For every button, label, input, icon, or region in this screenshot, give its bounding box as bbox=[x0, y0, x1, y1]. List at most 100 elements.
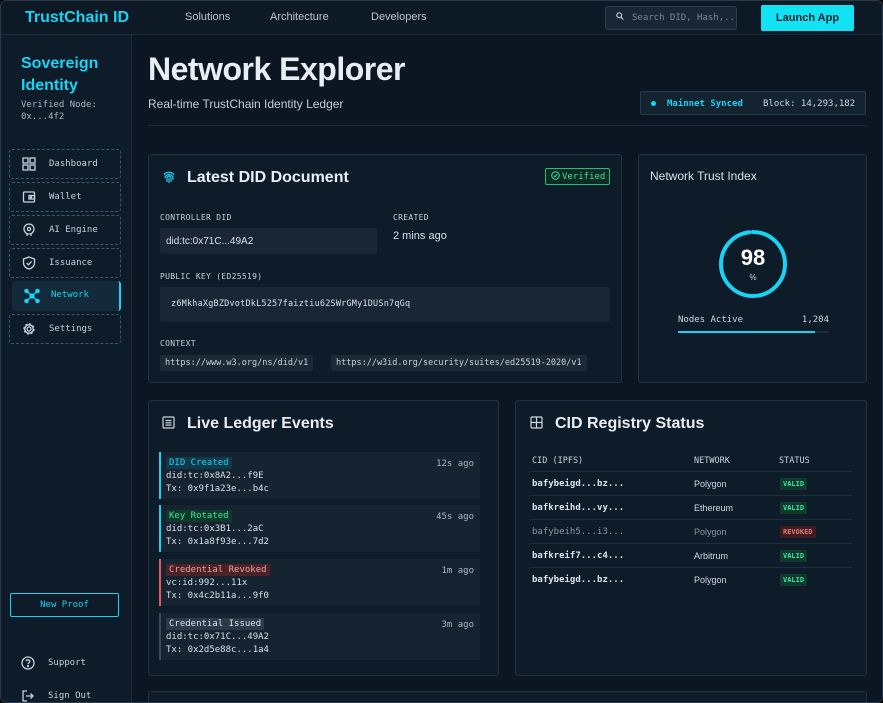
row-cid: bafkreif7...c4... bbox=[532, 551, 625, 561]
cid-registry-title: CID Registry Status bbox=[555, 415, 705, 432]
shield-icon bbox=[22, 256, 36, 270]
gear-icon bbox=[22, 322, 36, 336]
ledger-events-title: Live Ledger Events bbox=[187, 415, 334, 432]
column-header-cid: CID (IPFS) bbox=[532, 456, 584, 466]
table-row[interactable]: bafybeih5...i3... Polygon REVOKED bbox=[530, 519, 852, 543]
column-header-status: STATUS bbox=[779, 456, 810, 466]
page-subtitle: Real-time TrustChain Identity Ledger bbox=[148, 97, 344, 111]
nav-developers[interactable]: Developers bbox=[371, 11, 427, 23]
sidebar-item-label: AI Engine bbox=[49, 225, 98, 235]
event-time: 1m ago bbox=[441, 566, 474, 576]
event-subject: vc:id:992...11x bbox=[166, 578, 248, 588]
nodes-bar-fill bbox=[678, 331, 816, 333]
trust-index-card: Network Trust Index 98 % Nodes Active 1,… bbox=[638, 154, 867, 383]
sidebar-item-label: Issuance bbox=[49, 258, 93, 268]
verified-label: Verified bbox=[562, 172, 606, 182]
row-network: Polygon bbox=[694, 479, 727, 489]
event-tag: DID Created bbox=[166, 457, 232, 469]
sidebar-item-dashboard[interactable]: Dashboard bbox=[9, 149, 121, 179]
new-proof-button[interactable]: New Proof bbox=[10, 593, 119, 617]
nav-architecture[interactable]: Architecture bbox=[270, 11, 329, 23]
event-tag: Key Rotated bbox=[166, 510, 232, 522]
event-tx: Tx: 0x1a8f93e...7d2 bbox=[166, 537, 269, 547]
status-dot-icon bbox=[651, 101, 656, 106]
sidebar-item-settings[interactable]: Settings bbox=[9, 314, 121, 344]
app-window: TrustChain ID Solutions Architecture Dev… bbox=[0, 0, 883, 703]
table-row[interactable]: bafkreihd...vy... Ethereum VALID bbox=[530, 495, 852, 519]
launch-app-button[interactable]: Launch App bbox=[761, 5, 854, 31]
event-subject: did:tc:0x71C...49A2 bbox=[166, 632, 269, 642]
sign-out-label: Sign Out bbox=[48, 691, 92, 701]
event-time: 12s ago bbox=[436, 459, 474, 469]
column-header-network: NETWORK bbox=[694, 456, 730, 466]
event-time: 3m ago bbox=[441, 620, 474, 630]
sidebar-item-wallet[interactable]: Wallet bbox=[9, 182, 121, 212]
ledger-event[interactable]: Credential Revoked 1m ago vc:id:992...11… bbox=[159, 559, 480, 606]
sidebar-item-label: Settings bbox=[49, 324, 93, 334]
status-badge: VALID bbox=[780, 550, 808, 562]
network-icon bbox=[24, 288, 40, 304]
table-row[interactable]: bafybeigd...bz... Polygon VALID bbox=[530, 567, 852, 591]
sidebar-item-label: Wallet bbox=[49, 192, 82, 202]
controller-did-value: did:tc:0x71C...49A2 bbox=[160, 228, 377, 254]
sidebar: Sovereign Identity Verified Node: 0x...4… bbox=[1, 35, 132, 702]
brand-logo[interactable]: TrustChain ID bbox=[25, 9, 129, 27]
verified-node: Verified Node: 0x...4f2 bbox=[21, 99, 121, 123]
row-cid: bafybeih5...i3... bbox=[532, 527, 625, 537]
search-icon bbox=[616, 12, 624, 24]
context-chip: https://www.w3.org/ns/did/v1 bbox=[160, 355, 314, 371]
status-badge: REVOKED bbox=[780, 526, 816, 538]
sidebar-item-network[interactable]: Network bbox=[12, 281, 121, 311]
event-tx: Tx: 0x9f1a23e...b4c bbox=[166, 484, 269, 494]
sidebar-title: Sovereign Identity bbox=[21, 55, 99, 94]
nodes-active-value: 1,204 bbox=[801, 315, 829, 325]
logout-icon bbox=[21, 689, 35, 702]
context-chip: https://w3id.org/security/suites/ed25519… bbox=[331, 355, 587, 371]
event-subject: did:tc:0x8A2...f9E bbox=[166, 471, 264, 481]
public-key-value: z6MkhaXgBZDvotDkL5257faiztiu62SWrGMy1DUS… bbox=[160, 287, 610, 322]
event-tag: Credential Revoked bbox=[166, 564, 270, 576]
row-cid: bafybeigd...bz... bbox=[532, 479, 625, 489]
status-badge: VALID bbox=[780, 478, 808, 490]
support-label: Support bbox=[48, 658, 86, 668]
event-tag: Credential Issued bbox=[166, 618, 265, 630]
nodes-active-label: Nodes Active bbox=[678, 315, 744, 325]
verified-badge: Verified bbox=[545, 168, 610, 185]
row-network: Polygon bbox=[694, 575, 727, 585]
grid-icon bbox=[22, 157, 36, 171]
status-badge: VALID bbox=[780, 502, 808, 514]
controller-did-label: CONTROLLER DID bbox=[160, 213, 232, 222]
sync-status-badge: Mainnet Synced Block: 14,293,182 bbox=[640, 91, 866, 115]
did-document-card: Latest DID Document Verified CONTROLLER … bbox=[148, 154, 622, 383]
event-subject: did:tc:0x3B1...2aC bbox=[166, 524, 264, 534]
ledger-event[interactable]: DID Created 12s ago did:tc:0x8A2...f9E T… bbox=[159, 452, 480, 499]
event-tx: Tx: 0x2d5e88c...1a4 bbox=[166, 645, 269, 655]
event-time: 45s ago bbox=[436, 512, 474, 522]
status-badge: VALID bbox=[780, 574, 808, 586]
trust-index-title: Network Trust Index bbox=[650, 169, 757, 183]
nodes-bar-track bbox=[678, 331, 829, 333]
table-icon bbox=[530, 416, 544, 430]
nav-solutions[interactable]: Solutions bbox=[185, 11, 230, 23]
header-divider bbox=[148, 125, 866, 126]
page-title: Network Explorer bbox=[148, 51, 405, 87]
table-row[interactable]: bafkreif7...c4... Arbitrum VALID bbox=[530, 543, 852, 567]
public-key-label: PUBLIC KEY (ED25519) bbox=[160, 272, 263, 281]
ledger-event[interactable]: Credential Issued 3m ago did:tc:0x71C...… bbox=[159, 613, 480, 660]
ledger-events-card: Live Ledger Events DID Created 12s ago d… bbox=[148, 400, 499, 676]
row-cid: bafybeigd...bz... bbox=[532, 575, 625, 585]
cid-registry-card: CID Registry Status CID (IPFS) NETWORK S… bbox=[515, 400, 867, 676]
top-bar: TrustChain ID Solutions Architecture Dev… bbox=[1, 1, 882, 35]
block-height: Block: 14,293,182 bbox=[763, 99, 856, 109]
sidebar-item-label: Dashboard bbox=[49, 159, 98, 169]
table-row[interactable]: bafybeigd...bz... Polygon VALID bbox=[530, 471, 852, 495]
row-network: Polygon bbox=[694, 527, 727, 537]
sidebar-item-issuance[interactable]: Issuance bbox=[9, 248, 121, 278]
context-label: CONTEXT bbox=[160, 339, 196, 348]
ledger-event[interactable]: Key Rotated 45s ago did:tc:0x3B1...2aC T… bbox=[159, 505, 480, 552]
row-cid: bafkreihd...vy... bbox=[532, 503, 625, 513]
search-input[interactable] bbox=[632, 10, 734, 26]
trust-unit: % bbox=[749, 273, 757, 282]
event-tx: Tx: 0x4c2b11a...9f0 bbox=[166, 591, 269, 601]
sidebar-item-ai-engine[interactable]: AI Engine bbox=[9, 215, 121, 245]
